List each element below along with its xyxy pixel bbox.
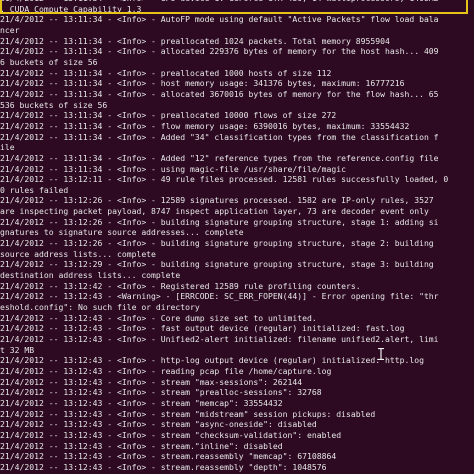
terminal-line: 21/4/2012 -- 13:12:43 - <Info> - stream … bbox=[0, 408, 376, 419]
terminal-line: destination address lists... complete bbox=[0, 270, 181, 281]
terminal-line: 21/4/2012 -- 13:11:34 - <Info> - Added "… bbox=[0, 152, 439, 163]
terminal-line: 21/4/2012 -- 13:12:26 - <Info> - buildin… bbox=[0, 216, 439, 227]
terminal-line: 21/4/2012 -- 13:12:43 - <Info> - Unified… bbox=[0, 334, 439, 344]
terminal-line: t 32 MB bbox=[0, 344, 35, 355]
terminal-line: 536 buckets of size 56 bbox=[0, 99, 108, 110]
terminal-line: 21/4/2012 -- 13:11:34 - <Info> - Added "… bbox=[0, 131, 439, 142]
terminal-line: 21/4/2012 -- 13:11:34 - <Info> - preallo… bbox=[0, 35, 390, 46]
terminal-line: 21/4/2012 -- 13:12:43 - <Info> - fast ou… bbox=[0, 323, 405, 334]
terminal-line: 6 buckets of size 56 bbox=[0, 56, 98, 67]
terminal-line: 21/4/2012 -- 13:11:34 - <Info> - flow me… bbox=[0, 120, 410, 131]
terminal-line: are inspecting packet payload, 8747 insp… bbox=[0, 206, 429, 217]
terminal-line: 21/4/2012 -- 13:12:11 - <Info> - 49 rule… bbox=[0, 174, 449, 185]
terminal-line: ncer bbox=[0, 24, 20, 35]
terminal-line: 21/4/2012 -- 13:11:34 - <Info> - host me… bbox=[0, 78, 405, 89]
terminal-window[interactable]: 21/4/2012 -- 13:11:34 - <Info> - GPU dev… bbox=[0, 0, 474, 474]
terminal-line: 21/4/2012 -- 13:11:34 - <Info> - using m… bbox=[0, 163, 346, 174]
terminal-line: 21/4/2012 -- 13:12:43 - <Info> - Core du… bbox=[0, 312, 317, 323]
terminal-line: 21/4/2012 -- 13:11:34 - <Info> - allocat… bbox=[0, 88, 439, 99]
terminal-line: ile bbox=[0, 142, 15, 153]
terminal-line: 21/4/2012 -- 13:11:34 - <Info> - allocat… bbox=[0, 46, 439, 57]
terminal-line: 21/4/2012 -- 13:12:43 - <Info> - stream … bbox=[0, 376, 303, 387]
terminal-line: 21/4/2012 -- 13:12:43 - <Info> - stream.… bbox=[0, 461, 327, 472]
terminal-line: 21/4/2012 -- 13:11:34 - <Info> - AutoFP … bbox=[0, 14, 439, 25]
terminal-line: 21/4/2012 -- 13:12:43 - <Info> - stream.… bbox=[0, 451, 337, 462]
terminal-line: 21/4/2012 -- 13:12:43 - <Info> - reading… bbox=[0, 365, 332, 376]
terminal-line: gnatures to signature source addresses..… bbox=[0, 227, 244, 238]
terminal-line: 0 rules failed bbox=[0, 184, 69, 195]
terminal-line: 21/4/2012 -- 13:12:43 - <Info> - http-lo… bbox=[0, 355, 424, 366]
terminal-line: 21/4/2012 -- 13:12:43 - <Info> - stream … bbox=[0, 429, 342, 440]
terminal-line: 21/4/2012 -- 13:11:34 - <Info> - preallo… bbox=[0, 110, 337, 121]
terminal-line: source address lists... complete bbox=[0, 248, 156, 259]
terminal-line: 21/4/2012 -- 13:12:43 - <Warning> - [ERR… bbox=[0, 291, 439, 302]
terminal-line: 21/4/2012 -- 13:12:42 - <Info> - Registe… bbox=[0, 280, 361, 291]
terminal-line: 21/4/2012 -- 13:12:43 - <Info> - stream.… bbox=[0, 440, 283, 451]
terminal-line: 21/4/2012 -- 13:12:26 - <Info> - buildin… bbox=[0, 238, 434, 249]
terminal-line: 21/4/2012 -- 13:12:29 - <Info> - buildin… bbox=[0, 259, 434, 270]
terminal-line: 21/4/2012 -- 13:11:34 - <Info> - preallo… bbox=[0, 67, 332, 78]
terminal-line: 21/4/2012 -- 13:12:43 - <Info> - stream … bbox=[0, 387, 322, 398]
terminal-line: 21/4/2012 -- 13:12:43 - <Info> - stream … bbox=[0, 419, 317, 430]
terminal-line: 21/4/2012 -- 13:12:43 - <Info> - stream … bbox=[0, 397, 283, 408]
terminal-line: , CUDA Compute Capability 1.3 bbox=[0, 3, 142, 14]
terminal-line: eshold.config": No such file or director… bbox=[0, 302, 200, 313]
terminal-output[interactable]: 21/4/2012 -- 13:11:34 - <Info> - GPU dev… bbox=[0, 0, 474, 474]
terminal-line: 21/4/2012 -- 13:12:26 - <Info> - 12589 s… bbox=[0, 195, 434, 206]
